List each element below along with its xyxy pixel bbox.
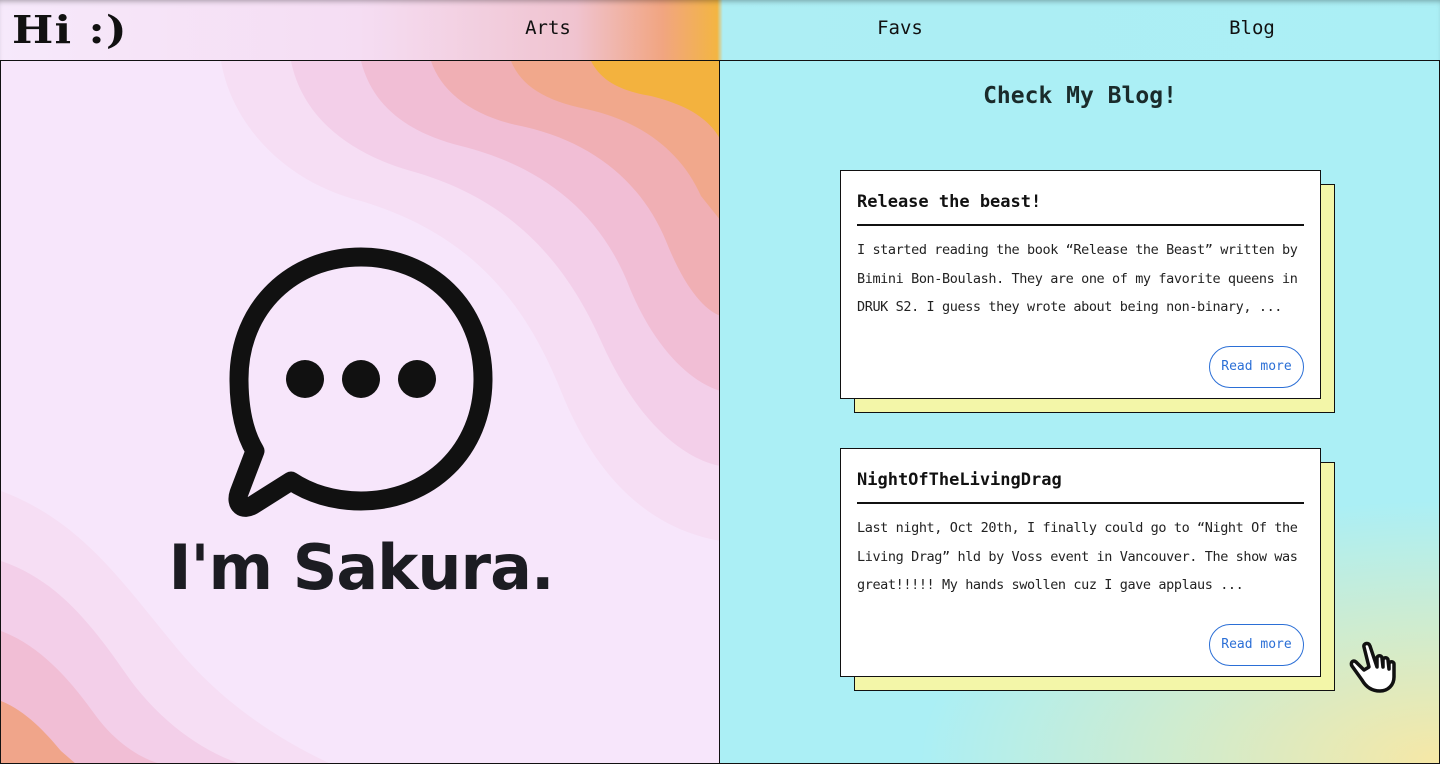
post-excerpt: Last night, Oct 20th, I finally could go…: [857, 520, 1298, 593]
read-more-button[interactable]: Read more: [1209, 346, 1304, 388]
site-logo[interactable]: Hi :): [12, 7, 128, 53]
pointing-hand-cursor-icon: [1349, 641, 1396, 693]
blog-post-card: NightOfTheLivingDrag Last night, Oct 20t…: [840, 448, 1321, 677]
blog-panel: Check My Blog! Release the beast! I star…: [720, 61, 1440, 764]
hero-panel: I'm Sakura.: [0, 61, 720, 764]
nav-link-favs[interactable]: Favs: [830, 17, 970, 39]
nav-link-arts[interactable]: Arts: [478, 17, 618, 39]
blog-post-card: Release the beast! I started reading the…: [840, 170, 1321, 399]
post-excerpt: I started reading the book “Release the …: [857, 242, 1298, 315]
read-more-button[interactable]: Read more: [1209, 624, 1304, 666]
nav-link-blog[interactable]: Blog: [1182, 17, 1322, 39]
chat-bubble-dots-icon: [228, 247, 493, 517]
top-nav-bar: Hi :) Arts Favs Blog: [0, 0, 1440, 61]
hero-name-heading: I'm Sakura.: [168, 531, 554, 604]
post-title: Release the beast!: [857, 187, 1304, 226]
post-title: NightOfTheLivingDrag: [857, 465, 1304, 504]
blog-heading: Check My Blog!: [983, 83, 1177, 109]
